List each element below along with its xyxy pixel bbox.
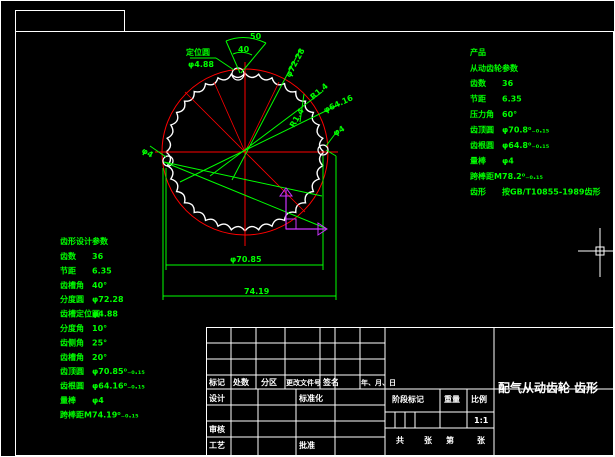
tb-stage-mark: 阶段标记 [392, 394, 424, 404]
tb-sheets-total-unit: 张 [424, 436, 433, 445]
dim-ball-label: 定位圆 [185, 47, 210, 57]
left-row-key-11: 跨棒距M [60, 409, 92, 419]
left-row-value-5: 10° [92, 324, 107, 333]
tb-row-process: 工艺 [209, 440, 225, 450]
tb-sheet-no-unit: 张 [477, 436, 486, 445]
tb-sheets-total: 共 [396, 435, 404, 445]
dim-r72: φ72.28 [284, 46, 307, 78]
tb-hdr-changefile: 更改文件号 [286, 378, 321, 387]
left-row-key-3: 分度圆 [60, 294, 84, 304]
product-subheading: 从动齿轮参数 [470, 63, 519, 73]
tb-hdr-zone: 分区 [261, 377, 277, 387]
left-row-value-3: φ72.28 [92, 295, 124, 304]
left-row-key-7: 齿槽角 [60, 352, 84, 362]
product-row-key-3: 齿顶圆 [470, 125, 494, 135]
product-row-value-3: φ70.8⁰₋₀.₁₅ [502, 126, 550, 135]
product-row-value-4: φ64.8⁰₋₀.₁₅ [502, 141, 550, 150]
tb-hdr-date: 年、月、日 [361, 378, 396, 387]
crosshair-cursor-icon[interactable] [578, 228, 615, 277]
product-row-value-7: 按GB/T10855-1989齿形 [502, 187, 600, 197]
frame-corner-tab [15, 10, 125, 32]
left-row-key-9: 齿根圆 [60, 381, 84, 391]
product-row-key-5: 量棒 [470, 156, 487, 166]
dim-d74: 74.19 [244, 287, 270, 296]
cad-drawing-canvas[interactable]: 50 40 φ72.28 定位圆 φ4.88 R1.4 R1.4 φ64.16 … [0, 0, 615, 457]
gear-tooth-profile [155, 62, 338, 246]
product-row-key-0: 齿数 [470, 78, 487, 88]
diagonal-centerline-c [213, 81, 246, 153]
dim-angle-50: 50 [250, 32, 262, 41]
left-row-value-9: φ64.16⁰₋₀.₁₅ [92, 382, 145, 391]
tb-hdr-count: 处数 [232, 377, 250, 387]
tb-row-standard: 标准化 [298, 393, 323, 403]
dim-angle-40: 40 [238, 45, 250, 54]
product-parameters-table: 产品 从动齿轮参数 齿数 36 节距 6.35 压力角 60° 齿顶圆 φ70.8⁰₋₀.₁₅… [470, 47, 600, 197]
tb-weight: 重量 [444, 394, 460, 404]
product-row-value-0: 36 [502, 79, 514, 88]
tb-sheet-no: 第 [446, 435, 454, 445]
dim-r1-4-a: R1.4 [309, 81, 331, 101]
dim-ball-dia: φ4.88 [188, 60, 214, 69]
tb-row-design: 设计 [209, 393, 225, 403]
tb-row-approve: 批准 [299, 440, 315, 450]
left-row-key-0: 齿数 [60, 251, 77, 261]
left-row-value-8: φ70.85⁰₋₀.₁₅ [92, 367, 145, 376]
dim-r1-4-b: R1.4 [288, 107, 306, 129]
dim-d70: φ70.85 [230, 255, 262, 264]
left-row-key-10: 量棒 [60, 395, 77, 405]
tb-row-review: 审核 [209, 424, 225, 434]
left-row-key-8: 齿顶圆 [60, 366, 84, 376]
long-diag-leader-2 [163, 161, 323, 197]
product-row-key-7: 齿形 [470, 187, 486, 197]
product-row-value-6: 78.2⁰₋₀.₁₅ [502, 172, 544, 181]
left-row-value-11: 74.19⁰₋₀.₁₅ [92, 410, 139, 419]
drawing-title: 配气从动齿轮 齿形 [498, 380, 598, 395]
tb-hdr-sign: 签名 [322, 377, 339, 387]
product-row-value-2: 60° [502, 110, 517, 119]
dim-d4-right: φ4 [332, 124, 347, 138]
left-row-value-6: 25° [92, 338, 107, 347]
tb-hdr-mark: 标记 [208, 377, 225, 387]
left-row-value-7: 20° [92, 353, 107, 362]
left-row-value-0: 36 [92, 252, 104, 261]
left-row-value-1: 6.35 [92, 266, 112, 275]
left-row-key-6: 齿侧角 [60, 337, 84, 347]
left-row-key-5: 分度角 [60, 323, 84, 333]
dim-d64: φ64.16 [322, 93, 355, 115]
product-heading: 产品 [470, 47, 486, 57]
left-row-value-4: φ4.88 [92, 310, 118, 319]
product-row-key-2: 压力角 [470, 109, 494, 119]
product-row-key-1: 节距 [470, 94, 486, 104]
tooth-design-parameters-table: 齿形设计参数 齿数 36节距 6.35齿槽角 40°分度圆 φ72.28齿槽定位圆φ4.… [60, 236, 145, 419]
ball-leader-slope [215, 57, 235, 71]
left-row-key-1: 节距 [60, 265, 76, 275]
product-row-value-1: 6.35 [502, 95, 522, 104]
product-row-key-6: 跨棒距M [470, 171, 502, 181]
tb-scale: 比例 [471, 394, 487, 404]
tb-scale-value: 1:1 [474, 416, 489, 425]
product-row-key-4: 齿根圆 [470, 140, 494, 150]
left-row-value-2: 40° [92, 281, 107, 290]
left-row-key-2: 齿槽角 [60, 280, 84, 290]
left-row-value-10: φ4 [92, 396, 104, 405]
title-block-texts: 标记 处数 分区 更改文件号 签名 年、月、日 设计 标准化 审核 工艺 批准 … [208, 377, 598, 450]
left-table-heading: 齿形设计参数 [60, 236, 109, 246]
product-row-value-5: φ4 [502, 157, 514, 166]
